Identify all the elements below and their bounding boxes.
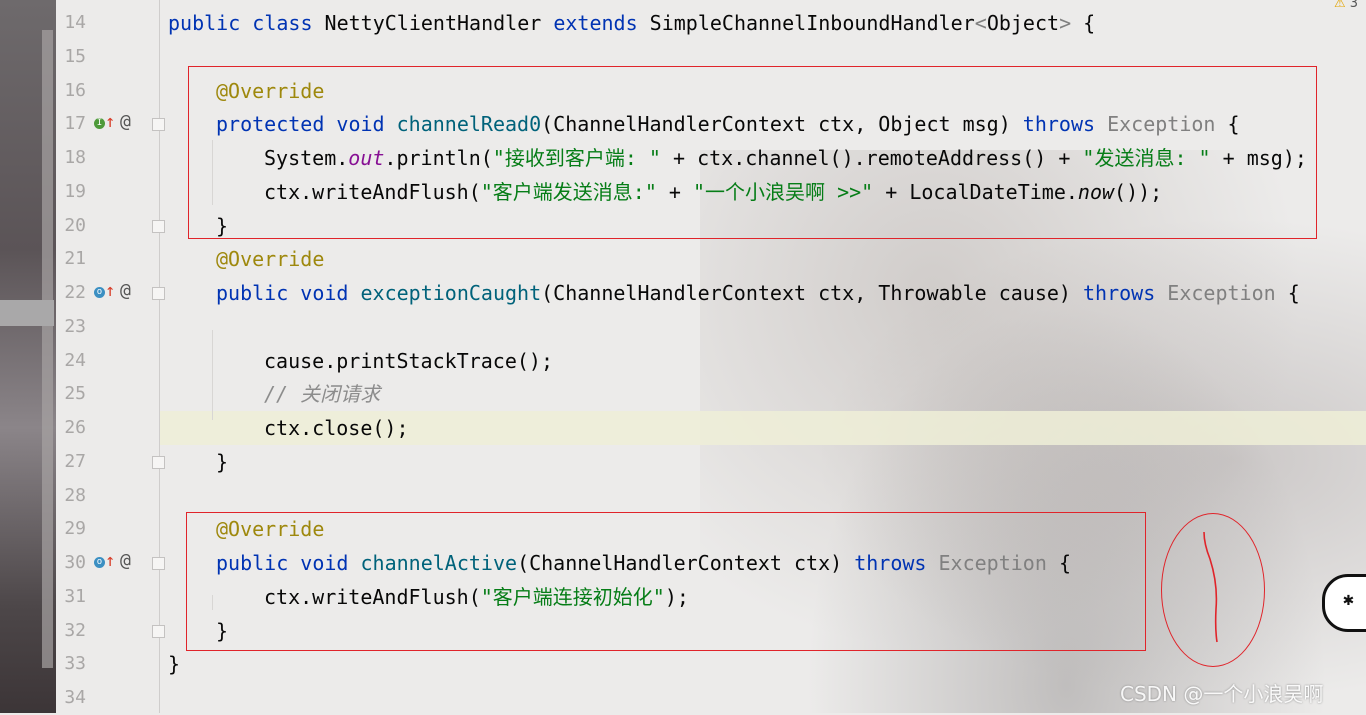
floating-debug-button[interactable]: ✱	[1322, 574, 1366, 632]
code-line[interactable]: // 关闭请求	[264, 377, 380, 411]
warning-count: 3	[1349, 0, 1359, 11]
code-token: Exception	[1167, 281, 1288, 305]
code-token: @Override	[216, 247, 325, 272]
code-token: extends	[553, 11, 650, 35]
code-token: }	[168, 652, 181, 677]
code-line[interactable]: }	[216, 445, 228, 479]
annotation-at-icon[interactable]: @	[120, 111, 131, 132]
fold-marker[interactable]	[152, 287, 165, 300]
fold-marker[interactable]	[152, 118, 165, 132]
line-number[interactable]: 31	[56, 580, 86, 614]
warning-indicator[interactable]: ⚠ 3	[1334, 0, 1358, 11]
watermark: CSDN @一个小浪吴啊	[1120, 682, 1324, 706]
line-number[interactable]: 20	[56, 209, 86, 243]
code-line[interactable]: ctx.close();	[264, 411, 409, 445]
line-number[interactable]: 16	[56, 74, 86, 108]
code-line[interactable]: public void exceptionCaught(ChannelHandl…	[216, 276, 1300, 310]
code-token: exceptionCaught	[360, 281, 542, 305]
line-number[interactable]: 32	[56, 614, 86, 648]
highlight-box-channelRead0	[188, 66, 1317, 239]
code-line[interactable]: }	[168, 647, 180, 681]
line-number[interactable]: 26	[56, 411, 86, 445]
gutter-separator	[159, 0, 160, 713]
indent-guide	[212, 330, 213, 420]
scroll-thumb[interactable]	[0, 300, 54, 326]
code-token: Object	[986, 11, 1060, 35]
code-line[interactable]: cause.printStackTrace();	[264, 344, 553, 378]
code-token: public	[216, 281, 301, 305]
code-token: >	[1059, 11, 1084, 35]
annotation-at-icon[interactable]: @	[120, 550, 131, 571]
code-token: (ChannelHandlerContext ctx, Throwable ca…	[541, 281, 1083, 305]
code-token: ctx.close();	[264, 416, 409, 440]
annotation-stroke	[1203, 531, 1218, 643]
code-line[interactable]: public class NettyClientHandler extends …	[168, 6, 1095, 40]
overrides-icon[interactable]: o	[94, 287, 105, 298]
code-token: cause.printStackTrace();	[264, 348, 553, 373]
line-number[interactable]: 23	[56, 310, 86, 344]
annotation-oval	[1161, 513, 1265, 667]
line-number[interactable]: 25	[56, 377, 86, 411]
code-token: // 关闭请求	[264, 382, 381, 407]
fold-marker[interactable]	[152, 624, 165, 638]
line-number[interactable]: 28	[56, 479, 86, 513]
line-number[interactable]: 27	[56, 445, 86, 479]
code-token: public	[168, 11, 253, 35]
fold-marker[interactable]	[152, 557, 165, 570]
line-number[interactable]: 14	[56, 6, 86, 40]
code-token: void	[300, 281, 361, 305]
annotation-at-icon[interactable]: @	[120, 280, 131, 301]
line-number[interactable]: 19	[56, 175, 86, 209]
code-token: }	[216, 449, 229, 474]
left-scroll-strip[interactable]	[42, 30, 53, 668]
fold-marker[interactable]	[152, 455, 165, 469]
code-token: {	[1287, 281, 1300, 305]
line-number[interactable]: 29	[56, 512, 86, 546]
line-number[interactable]: 18	[56, 141, 86, 175]
code-token: SimpleChannelInboundHandler	[649, 11, 975, 35]
warning-icon: ⚠	[1334, 0, 1346, 11]
fold-marker[interactable]	[152, 219, 165, 233]
override-up-icon[interactable]: ↑	[105, 281, 115, 301]
code-line[interactable]: @Override	[216, 242, 324, 276]
line-number[interactable]: 22	[56, 276, 86, 310]
code-token: {	[1083, 11, 1096, 35]
highlight-box-channelActive	[186, 512, 1146, 651]
bug-icon: ✱	[1343, 589, 1354, 610]
line-number[interactable]: 17	[56, 107, 86, 141]
implements-icon[interactable]: I	[94, 118, 105, 130]
code-token: <	[974, 11, 987, 35]
line-number[interactable]: 33	[56, 647, 86, 681]
override-up-icon[interactable]: ↑	[105, 551, 115, 571]
override-up-icon[interactable]: ↑	[105, 112, 115, 132]
code-token: throws	[1083, 281, 1168, 305]
line-number[interactable]: 34	[56, 681, 86, 715]
code-token: class	[252, 11, 325, 35]
code-token: NettyClientHandler	[324, 11, 554, 35]
line-number[interactable]: 24	[56, 344, 86, 378]
line-number[interactable]: 15	[56, 40, 86, 74]
overrides-icon[interactable]: o	[94, 557, 105, 568]
line-number[interactable]: 30	[56, 546, 86, 580]
line-number[interactable]: 21	[56, 242, 86, 276]
